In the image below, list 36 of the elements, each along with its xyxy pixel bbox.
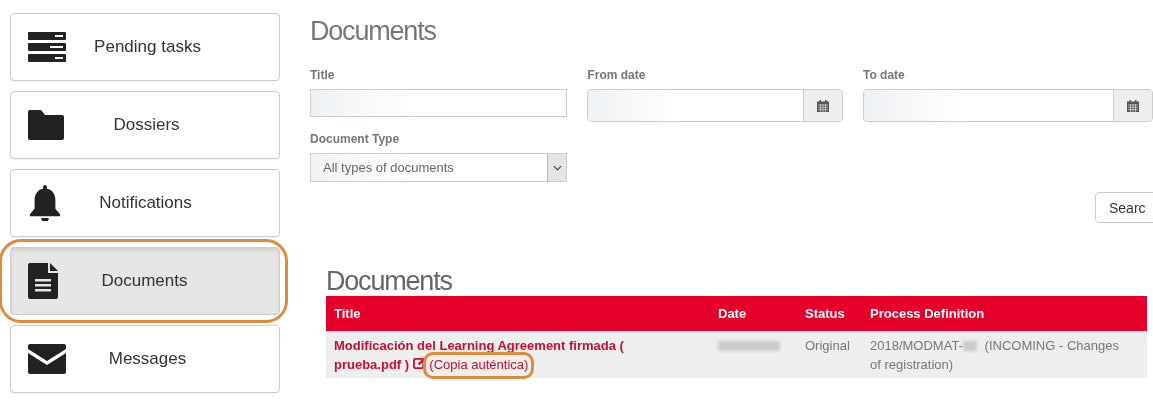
envelope-icon: [28, 344, 66, 374]
status-text: Original: [805, 338, 850, 353]
calendar-icon: [817, 99, 829, 112]
field-label: From date: [587, 68, 647, 82]
date-input[interactable]: [587, 89, 843, 122]
document-type-select[interactable]: All types of documents: [310, 153, 567, 182]
field-label: Document Type: [310, 132, 401, 146]
sidebar-item[interactable]: Dossiers: [10, 91, 280, 159]
chevron-down-icon: [552, 164, 562, 171]
field-label: Title: [310, 68, 336, 82]
column-header: Process Definition: [870, 306, 985, 321]
process-description: (INCOMING - Changes: [984, 338, 1119, 353]
date-input[interactable]: [863, 89, 1153, 122]
folder-icon: [28, 110, 64, 140]
page-title: Documents: [310, 15, 437, 48]
edit-icon[interactable]: [412, 357, 426, 370]
column-header: Title: [334, 306, 361, 321]
column-header: Date: [718, 306, 747, 321]
section-title: Documents: [326, 266, 453, 296]
document-link[interactable]: prueba.pdf ): [334, 357, 410, 372]
field-label: To date: [863, 68, 906, 82]
search-button[interactable]: Searc: [1095, 192, 1153, 223]
title-input[interactable]: [310, 89, 568, 117]
sidebar-item[interactable]: Notifications: [10, 169, 280, 237]
column-header: Status: [805, 306, 845, 321]
document-link[interactable]: Modificación del Learning Agreement firmada (: [334, 338, 624, 353]
server-icon: [28, 32, 66, 62]
document-icon: [28, 263, 60, 299]
copy-link[interactable]: (Copia auténtica): [429, 357, 529, 372]
calendar-icon: [1127, 99, 1139, 112]
process-code: 2018/MODMAT-: [870, 338, 963, 353]
bell-icon: [28, 185, 62, 221]
sidebar-item[interactable]: Documents: [10, 247, 280, 315]
process-description: of registration): [870, 357, 954, 372]
sidebar-item[interactable]: Pending tasks: [10, 13, 280, 81]
sidebar-item[interactable]: Messages: [10, 325, 280, 393]
